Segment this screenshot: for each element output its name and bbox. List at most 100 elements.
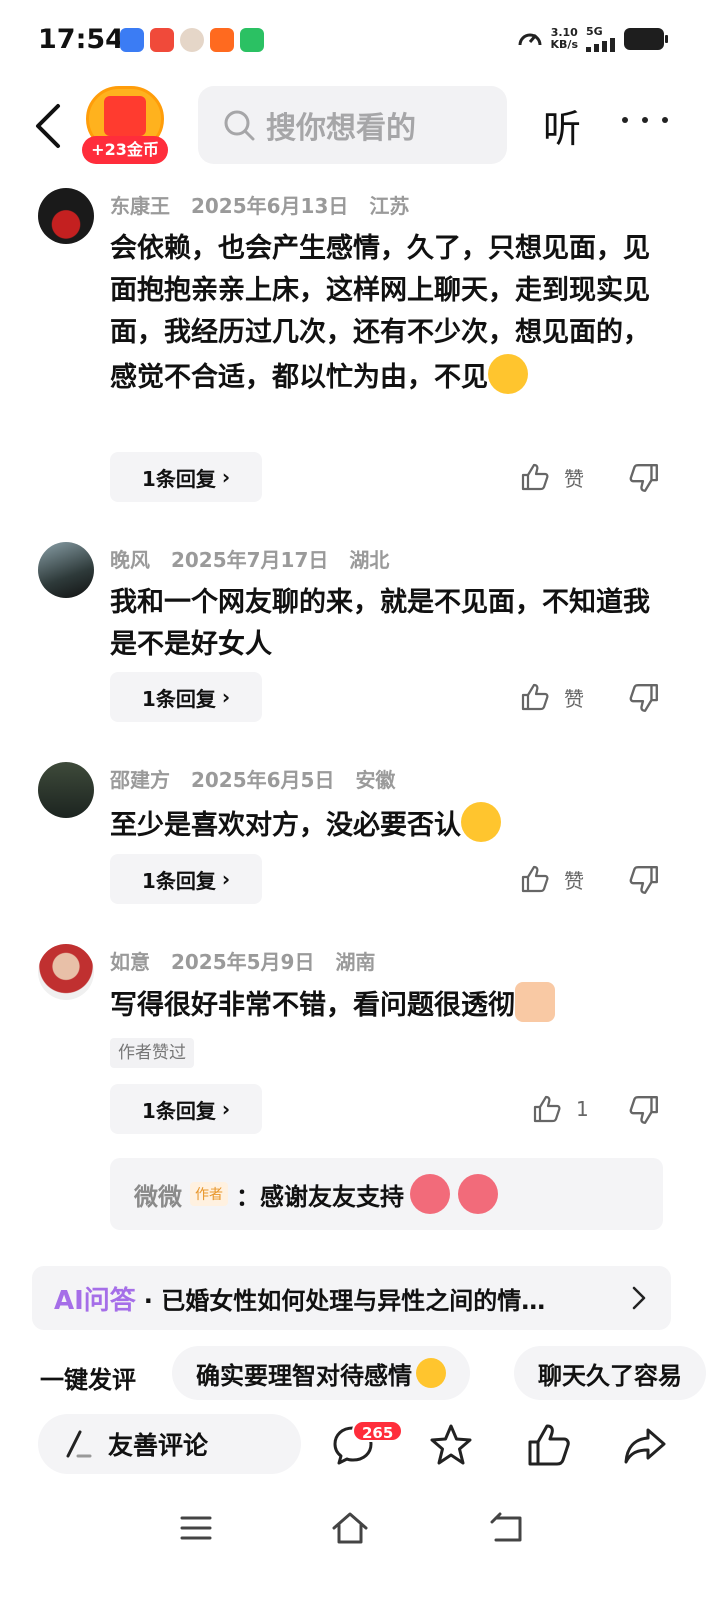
rose-emoji <box>410 1174 450 1214</box>
comment-username[interactable]: 晚风 <box>110 548 150 572</box>
baidu-app-icon <box>120 28 144 52</box>
star-icon[interactable] <box>428 1422 474 1468</box>
comment-meta: 晚风 2025年7月17日 湖北 <box>110 544 403 573</box>
red-app-icon <box>150 28 174 52</box>
thumbs-down-icon[interactable] <box>628 864 660 896</box>
comment-count-badge: 265 <box>352 1420 404 1442</box>
comment-location: 江苏 <box>369 194 410 218</box>
network-type: 5G <box>586 25 603 38</box>
back-icon[interactable] <box>28 98 68 154</box>
quick-comment-row: 一键发评 确实要理智对待感情 聊天久了容易 <box>0 1346 720 1402</box>
orange-app-icon <box>210 28 234 52</box>
reply-count-button[interactable]: 1条回复 › <box>110 452 262 502</box>
thumbs-down-icon[interactable] <box>628 462 660 494</box>
thumbs-up-icon <box>521 463 549 491</box>
author-reply-name: 微微 <box>134 1182 182 1211</box>
thumbs-up-emoji <box>515 982 555 1022</box>
wink-emoji <box>416 1358 446 1388</box>
like-button[interactable]: 赞 <box>520 462 584 492</box>
system-nav-bar <box>0 1500 720 1560</box>
thumbs-down-icon[interactable] <box>628 682 660 714</box>
coin-reward-button[interactable]: +23金币 <box>82 86 168 166</box>
status-notification-icons <box>120 28 264 52</box>
ai-qa-text: · 已婚女性如何处理与异性之间的情… <box>143 1286 546 1315</box>
like-label: 赞 <box>564 868 584 893</box>
comment-date: 2025年6月13日 <box>190 194 349 218</box>
comment-date: 2025年6月5日 <box>190 768 335 792</box>
ai-qa-label: AI问答 <box>54 1285 136 1316</box>
reply-count-button[interactable]: 1条回复 › <box>110 672 262 722</box>
author-tag: 作者 <box>190 1182 228 1206</box>
laughing-crying-emoji <box>488 354 528 394</box>
avatar[interactable] <box>38 542 94 598</box>
comment-text: 写得很好非常不错，看问题很透彻 <box>110 982 670 1027</box>
comment-username[interactable]: 如意 <box>110 950 150 974</box>
comment-location: 湖南 <box>335 950 376 974</box>
comment-meta: 如意 2025年5月9日 湖南 <box>110 946 389 975</box>
more-icon[interactable] <box>622 100 668 140</box>
comment-username[interactable]: 东康王 <box>110 194 170 218</box>
return-icon[interactable] <box>488 1508 528 1548</box>
bottom-action-bar: 友善评论 265 <box>0 1410 720 1480</box>
ai-qa-bar[interactable]: AI问答 · 已婚女性如何处理与异性之间的情… <box>32 1266 671 1330</box>
thumbs-up-icon <box>521 683 549 711</box>
net-speed: 3.10 KB/s <box>550 26 578 51</box>
like-button[interactable]: 赞 <box>520 682 584 712</box>
chevron-right-icon <box>632 1286 646 1310</box>
comment-text: 会依赖，也会产生感情，久了，只想见面，见面抱抱亲亲上床，这样网上聊天，走到现实见… <box>110 233 650 394</box>
avatar[interactable] <box>38 188 94 244</box>
author-reply-preview[interactable]: 微微 作者 ：感谢友友支持 <box>110 1158 663 1230</box>
wechat-icon <box>240 28 264 52</box>
reply-count-button[interactable]: 1条回复 › <box>110 854 262 904</box>
thumbs-up-icon <box>533 1095 561 1123</box>
comment-location: 安徽 <box>355 768 396 792</box>
listen-button[interactable]: 听 <box>543 98 581 153</box>
like-count: 1 <box>576 1097 589 1121</box>
search-bar[interactable]: 搜你想看的 <box>198 86 507 164</box>
like-icon[interactable] <box>526 1422 572 1468</box>
comment-text: 至少是喜欢对方，没必要否认 <box>110 802 670 847</box>
comment-input[interactable]: 友善评论 <box>38 1414 301 1474</box>
status-bar: 17:54 3.10 KB/s 5G <box>0 0 720 84</box>
coin-badge: +23金币 <box>82 136 168 164</box>
comment-date: 2025年7月17日 <box>170 548 329 572</box>
rose-emoji <box>458 1174 498 1214</box>
quick-comment-label: 一键发评 <box>40 1366 136 1394</box>
comment-meta: 东康王 2025年6月13日 江苏 <box>110 190 423 219</box>
comment-meta: 邵建方 2025年6月5日 安徽 <box>110 764 409 793</box>
like-label: 赞 <box>564 466 584 491</box>
thumbs-down-icon[interactable] <box>628 1094 660 1126</box>
search-icon <box>224 110 255 141</box>
like-label: 赞 <box>564 686 584 711</box>
comment-location: 湖北 <box>349 548 390 572</box>
search-placeholder: 搜你想看的 <box>266 111 416 146</box>
like-button[interactable]: 1 <box>532 1094 589 1124</box>
comment-username[interactable]: 邵建方 <box>110 768 170 792</box>
speedometer-icon <box>518 33 542 46</box>
quick-comment-chip[interactable]: 确实要理智对待感情 <box>172 1346 470 1400</box>
avatar-app-icon <box>180 28 204 52</box>
home-icon[interactable] <box>330 1508 370 1548</box>
share-icon[interactable] <box>622 1422 668 1468</box>
like-button[interactable]: 赞 <box>520 864 584 894</box>
author-reply-text: ：感谢友友支持 <box>236 1182 404 1211</box>
comment-text: 我和一个网友聊的来，就是不见面，不知道我是不是好女人 <box>110 587 650 660</box>
author-liked-badge: 作者赞过 <box>110 1038 194 1068</box>
avatar[interactable] <box>38 762 94 818</box>
red-envelope-icon <box>104 96 146 136</box>
comment-date: 2025年5月9日 <box>170 950 315 974</box>
signal-block: 5G <box>586 26 616 52</box>
quick-comment-chip[interactable]: 聊天久了容易 <box>514 1346 706 1400</box>
pen-icon <box>66 1430 92 1458</box>
grinning-emoji <box>461 802 501 842</box>
top-bar: +23金币 搜你想看的 听 <box>0 84 720 170</box>
avatar[interactable] <box>38 944 94 1000</box>
status-right: 3.10 KB/s 5G <box>517 26 668 52</box>
comment-input-placeholder: 友善评论 <box>108 1431 209 1460</box>
battery-icon <box>624 28 668 50</box>
thumbs-up-icon <box>521 865 549 893</box>
reply-count-button[interactable]: 1条回复 › <box>110 1084 262 1134</box>
menu-icon[interactable] <box>176 1508 216 1548</box>
status-time: 17:54 <box>38 24 124 55</box>
signal-icon <box>586 38 615 52</box>
